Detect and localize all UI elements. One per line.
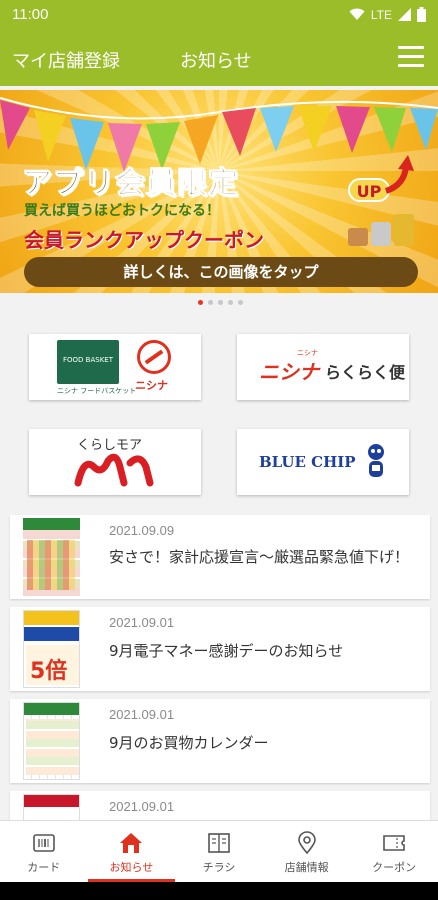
- nav-card[interactable]: カード: [0, 821, 88, 882]
- news-item[interactable]: 2021.09.01 9月のお買物カレンダー: [10, 699, 430, 783]
- nav-coupon[interactable]: クーポン: [350, 821, 438, 882]
- news-thumbnail: 5倍: [23, 610, 80, 688]
- nav-store-info[interactable]: 店舗情報: [263, 821, 351, 882]
- banner-headline: アプリ会員限定: [22, 166, 239, 202]
- medal-gold-icon: [394, 214, 414, 246]
- system-nav-bar: [0, 882, 438, 900]
- tile-foodbasket-nishina[interactable]: FOOD BASKET ニシナ ニシナ フードバスケット: [29, 334, 201, 400]
- blue-chip-label: BLUE CHIP: [259, 453, 356, 471]
- rank-medals: [348, 214, 414, 246]
- banner-coupon-title: 会員ランクアップクーポン: [24, 228, 264, 252]
- news-date: 2021.09.01: [109, 799, 175, 814]
- medal-silver-icon: [371, 222, 391, 246]
- tile-blue-chip[interactable]: BLUE CHIP: [237, 429, 409, 495]
- news-thumbnail: [23, 702, 80, 780]
- news-date: 2021.09.01: [109, 615, 175, 630]
- carousel-dot[interactable]: [198, 300, 203, 305]
- carousel-indicator: [198, 300, 243, 305]
- coupon-icon: [383, 835, 405, 851]
- foodbasket-logo-text: FOOD BASKET: [63, 356, 113, 364]
- news-thumbnail: [23, 518, 80, 596]
- news-date: 2021.09.09: [109, 523, 175, 538]
- carousel-dot[interactable]: [218, 300, 223, 305]
- nav-label: クーポン: [372, 861, 417, 874]
- bottom-nav: カード お知らせ チラシ 店舗情報 クーポン: [0, 820, 438, 882]
- banner-subline: 買えば買うほどおトクになる！: [24, 203, 220, 219]
- card-icon: [32, 834, 55, 852]
- news-title: 9月電子マネー感謝デーのお知らせ: [109, 642, 344, 660]
- flyer-icon: [208, 833, 230, 853]
- nav-news[interactable]: お知らせ: [87, 821, 176, 882]
- nav-label: 店舗情報: [284, 861, 329, 874]
- carousel-dot[interactable]: [208, 300, 213, 305]
- nav-label: カード: [27, 861, 61, 874]
- nishina-brand-text: ニシナ: [259, 360, 319, 384]
- kurashimore-label: くらしモア: [77, 438, 143, 453]
- carousel-dot[interactable]: [228, 300, 233, 305]
- news-item[interactable]: 5倍 2021.09.01 9月電子マネー感謝デーのお知らせ: [10, 607, 430, 691]
- nav-flyer[interactable]: チラシ: [175, 821, 263, 882]
- blue-chip-mascot-icon: [368, 444, 384, 477]
- rakuraku-service-text: らくらく便: [325, 363, 406, 382]
- news-title: 9月のお買物カレンダー: [109, 734, 269, 752]
- foodbasket-caption: ニシナ フードバスケット: [57, 387, 137, 395]
- tile-kurashimore[interactable]: くらしモア: [29, 429, 201, 495]
- location-icon: [297, 831, 316, 855]
- medal-bronze-icon: [348, 228, 368, 246]
- nishina-small-text: ニシナ: [135, 379, 168, 392]
- nishina-circle-logo: [137, 340, 171, 374]
- news-title: 安さで！家計応援宣言〜厳選品緊急値下げ！: [109, 548, 410, 566]
- news-item[interactable]: 2021.09.09 安さで！家計応援宣言〜厳選品緊急値下げ！: [10, 515, 430, 599]
- carousel-dot[interactable]: [238, 300, 243, 305]
- banner-cta-button[interactable]: 詳しくは、この画像をタップ: [24, 257, 418, 287]
- banner-content: アプリ会員限定 買えば買うほどおトクになる！ 会員ランクアップクーポン UP 詳…: [0, 0, 438, 287]
- kurashimore-logo-icon: [74, 453, 154, 487]
- app-screen: 11:00 LTE マイ店舗登録 お知らせ アプリ会員限定 買えば買うほどおトク…: [0, 0, 438, 900]
- news-date: 2021.09.01: [109, 707, 175, 722]
- tile-nishina-rakuraku[interactable]: ニシナ ニシナ らくらく便: [237, 334, 409, 400]
- nav-label: お知らせ: [109, 861, 154, 874]
- home-icon: [120, 833, 143, 853]
- up-arrow-icon: [384, 155, 414, 194]
- nav-label: チラシ: [202, 861, 236, 874]
- news-thumb-badge: 5倍: [30, 659, 68, 684]
- foodbasket-logo: FOOD BASKET: [57, 340, 119, 384]
